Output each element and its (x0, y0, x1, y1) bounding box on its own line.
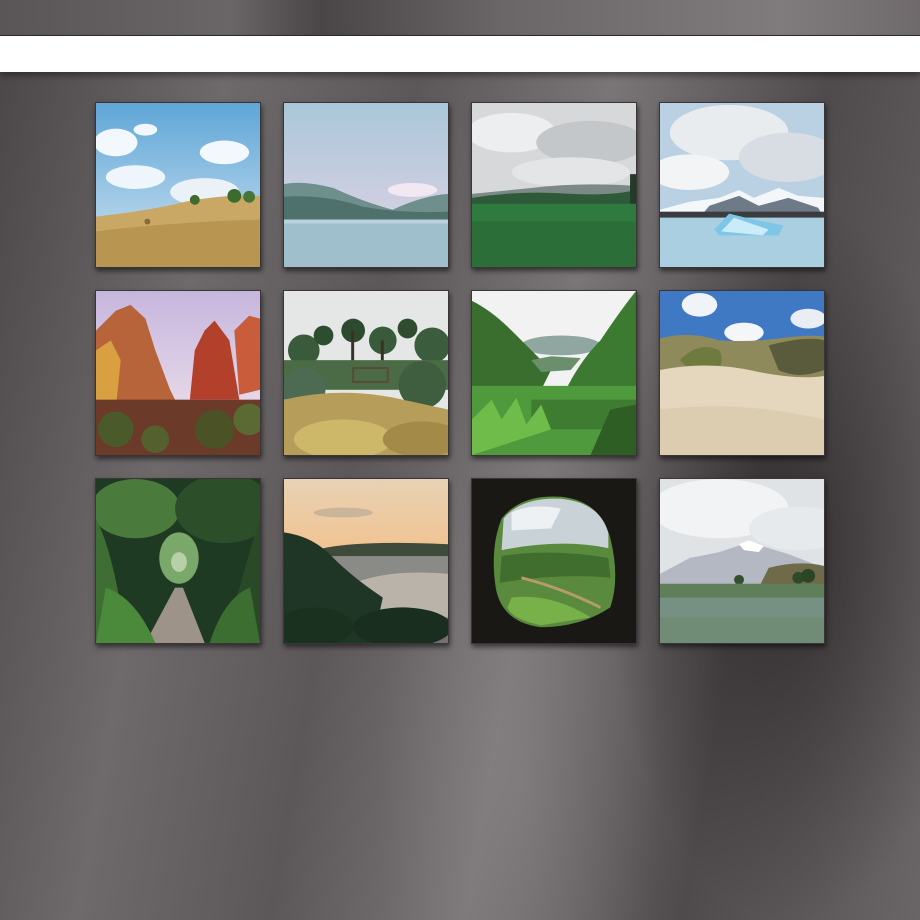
photo-thumbnail-red-rock-canyon[interactable] (95, 290, 261, 456)
photo-thumbnail-green-meadow[interactable] (471, 102, 637, 268)
red-rock-canyon-image (96, 291, 260, 455)
jungle-valley-image (472, 291, 636, 455)
misty-lake-image (284, 103, 448, 267)
photo-thumbnail-snow-mountain-field[interactable] (659, 478, 825, 644)
sand-dunes-image (660, 291, 824, 455)
title-bar (0, 0, 920, 36)
photo-thumbnail-coastal-sunset[interactable] (283, 478, 449, 644)
garden-pines-image (284, 291, 448, 455)
wheat-field-image (96, 103, 260, 267)
photo-thumbnail-cave-valley[interactable] (471, 478, 637, 644)
photo-thumbnail-sand-dunes[interactable] (659, 290, 825, 456)
photo-thumbnail-garden-pines[interactable] (283, 290, 449, 456)
photo-thumbnail-wheat-field[interactable] (95, 102, 261, 268)
glacier-lagoon-image (660, 103, 824, 267)
photo-thumbnail-glacier-lagoon[interactable] (659, 102, 825, 268)
photo-thumbnail-jungle-valley[interactable] (471, 290, 637, 456)
address-bar[interactable] (0, 35, 920, 72)
snow-mountain-field-image (660, 479, 824, 643)
forest-path-image (96, 479, 260, 643)
cave-valley-image (472, 479, 636, 643)
photo-thumbnail-misty-lake[interactable] (283, 102, 449, 268)
green-meadow-image (472, 103, 636, 267)
coastal-sunset-image (284, 479, 448, 643)
photo-thumbnail-forest-path[interactable] (95, 478, 261, 644)
photo-gallery-grid (95, 102, 826, 646)
